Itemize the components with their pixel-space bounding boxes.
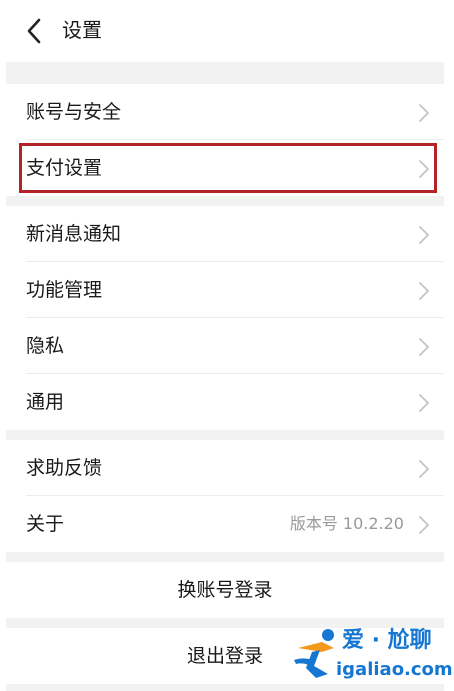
settings-item-feature-management[interactable]: 功能管理 (6, 262, 444, 318)
back-button[interactable] (22, 17, 48, 45)
chevron-right-icon (418, 515, 430, 535)
switch-account-button[interactable]: 换账号登录 (6, 562, 444, 618)
settings-item-help-feedback[interactable]: 求助反馈 (6, 440, 444, 496)
settings-item-general[interactable]: 通用 (6, 374, 444, 430)
settings-item-label: 功能管理 (26, 279, 103, 301)
watermark-brand: 爱 · 尬聊 (342, 628, 432, 653)
settings-item-label: 关于 (26, 513, 65, 535)
chevron-right-icon (418, 281, 430, 301)
watermark-logo: 爱 · 尬聊 igaliao.com (292, 626, 453, 688)
settings-item-account-security[interactable]: 账号与安全 (6, 84, 444, 140)
chevron-right-icon (418, 337, 430, 357)
settings-item-label: 求助反馈 (26, 457, 103, 479)
settings-item-privacy[interactable]: 隐私 (6, 318, 444, 374)
chevron-right-icon (418, 459, 430, 479)
chevron-right-icon (418, 103, 430, 123)
chevron-right-icon (418, 225, 430, 245)
highlight-box (19, 143, 437, 193)
section-gap (6, 196, 444, 206)
section-gap (6, 430, 444, 440)
watermark-domain: igaliao.com (336, 659, 453, 680)
settings-item-label: 通用 (26, 391, 65, 413)
settings-item-label: 新消息通知 (26, 223, 122, 245)
settings-item-new-message-notification[interactable]: 新消息通知 (6, 206, 444, 262)
settings-item-label: 隐私 (26, 335, 65, 357)
top-bar: 设置 (0, 0, 454, 62)
page-title: 设置 (62, 18, 102, 42)
chevron-right-icon (418, 393, 430, 413)
version-value: 版本号 10.2.20 (289, 514, 404, 533)
chevron-left-icon (27, 18, 41, 44)
settings-item-about[interactable]: 关于 版本号 10.2.20 (6, 496, 444, 552)
section-gap (6, 552, 444, 562)
section-gap (6, 62, 444, 84)
settings-item-label: 账号与安全 (26, 101, 122, 123)
